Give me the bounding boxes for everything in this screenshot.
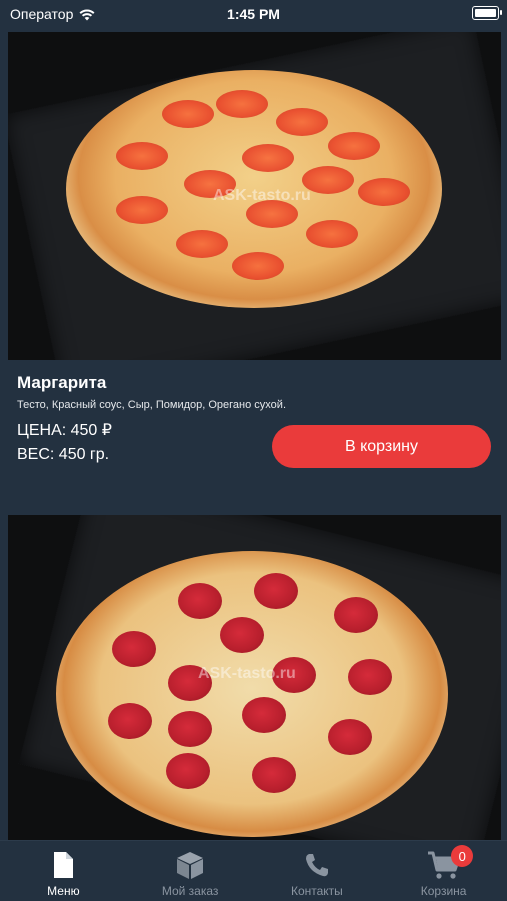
- status-time: 1:45 PM: [227, 6, 280, 22]
- product-image-margherita[interactable]: ASK-tasto.ru: [8, 32, 501, 360]
- menu-document-icon: [54, 852, 74, 878]
- battery-icon: [472, 6, 502, 20]
- product-card-margherita: Маргарита Тесто, Красный соус, Сыр, Поми…: [0, 360, 507, 510]
- tab-my-order[interactable]: Мой заказ: [127, 841, 254, 901]
- phone-icon: [305, 854, 328, 877]
- product-image-pepperoni[interactable]: ASK-tasto.ru: [8, 515, 501, 840]
- tab-label: Меню: [47, 884, 80, 898]
- watermark: ASK-tasto.ru: [198, 665, 296, 682]
- watermark: ASK-tasto.ru: [213, 187, 311, 204]
- tab-bar: Меню Мой заказ Контакты 0 Корзина: [0, 840, 507, 901]
- tab-label: Мой заказ: [161, 884, 219, 898]
- tab-cart[interactable]: 0 Корзина: [380, 841, 507, 901]
- product-description: Тесто, Красный соус, Сыр, Помидор, Орега…: [17, 399, 286, 411]
- product-weight: ВЕС: 450 гр.: [17, 446, 110, 463]
- cart-count-badge: 0: [451, 845, 474, 867]
- tab-menu[interactable]: Меню: [0, 841, 127, 901]
- pizza-pepperoni: [56, 551, 448, 837]
- product-name: Маргарита: [17, 373, 107, 392]
- add-to-cart-button[interactable]: В корзину: [272, 425, 491, 468]
- status-bar: Оператор 1:45 PM: [0, 0, 507, 30]
- tab-contacts[interactable]: Контакты: [254, 841, 381, 901]
- package-box-icon: [177, 852, 204, 879]
- product-price: ЦЕНА: 450 ₽: [17, 422, 112, 439]
- tab-label: Контакты: [290, 884, 343, 898]
- tab-label: Корзина: [420, 884, 467, 898]
